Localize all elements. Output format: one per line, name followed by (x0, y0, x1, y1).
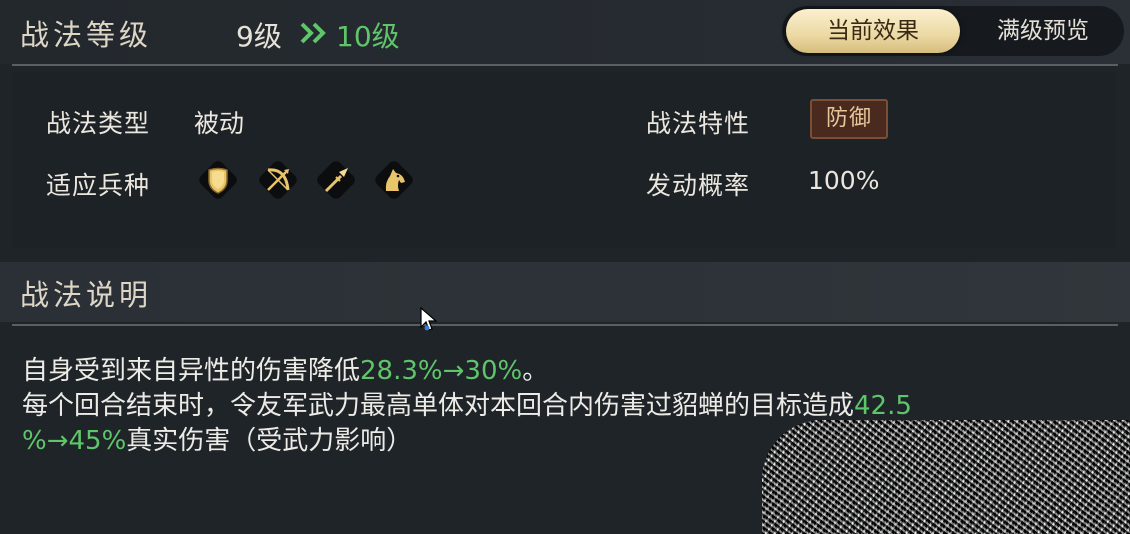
trigger-chance-value: 100% (808, 166, 880, 195)
next-level: 10级 (336, 20, 400, 53)
tab-max-level-preview[interactable]: 满级预览 (968, 6, 1118, 56)
true-damage-value-a: 42.5 (854, 391, 912, 421)
skill-level-title: 战法等级 (20, 18, 153, 52)
skill-type-label: 战法类型 (46, 109, 151, 138)
shield-icon (199, 161, 237, 199)
spear-icon (317, 161, 355, 199)
noise-overlay (762, 420, 1130, 534)
header-divider (12, 64, 1118, 66)
skill-detail-panel: 战法等级 9级 10级 当前效果 满级预览 战法类型 被动 战法特性 防御 适应… (0, 0, 1130, 534)
current-level: 9级 (236, 20, 282, 53)
trait-badge: 防御 (810, 99, 888, 139)
skill-type-value: 被动 (194, 109, 245, 138)
tab-current-effect[interactable]: 当前效果 (786, 9, 960, 53)
attributes-panel (12, 72, 1116, 248)
horse-icon (375, 161, 413, 199)
mouse-cursor-icon (420, 307, 438, 331)
true-damage-value-b: %→45% (22, 426, 127, 456)
description-line-1: 自身受到来自异性的伤害降低28.3%→30%。 (22, 356, 549, 386)
damage-reduction-value: 28.3%→30% (360, 356, 523, 386)
description-line-2: 每个回合结束时，令友军武力最高单体对本回合内伤害过貂蝉的目标造成42.5 (22, 391, 912, 421)
skill-description-header: 战法说明 (0, 262, 1130, 322)
skill-level-header: 战法等级 9级 10级 当前效果 满级预览 (0, 0, 1130, 64)
double-chevron-right-icon (300, 22, 326, 44)
trigger-chance-label: 发动概率 (646, 171, 751, 200)
effect-tab-switch: 当前效果 满级预览 (782, 6, 1124, 56)
unit-types-label: 适应兵种 (46, 171, 151, 200)
bow-icon (259, 161, 297, 199)
description-divider (12, 324, 1118, 326)
skill-description-title: 战法说明 (20, 278, 153, 312)
skill-trait-label: 战法特性 (646, 109, 751, 138)
